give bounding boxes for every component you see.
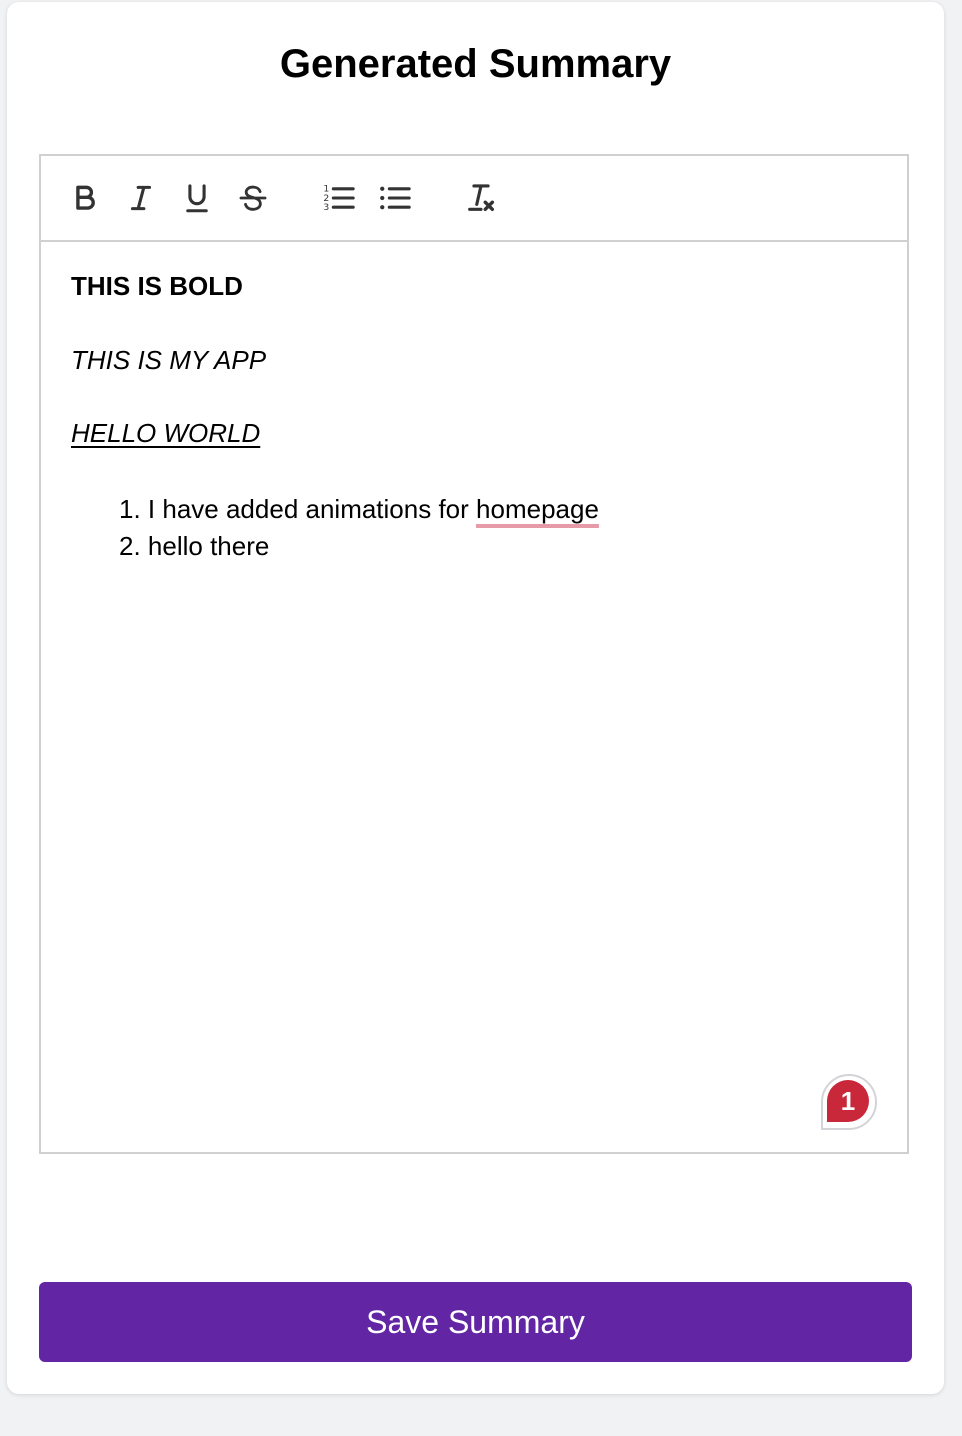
- italic-text-line: THIS IS MY APP: [71, 345, 267, 375]
- clear-format-icon: [468, 184, 495, 212]
- bold-button[interactable]: [67, 180, 103, 216]
- underline-text-line: HELLO WORLD: [71, 418, 261, 448]
- strikethrough-icon: [239, 185, 267, 211]
- ordered-list-icon: 1 2 3: [323, 184, 355, 213]
- list-item-text: hello there: [147, 531, 270, 561]
- list-item-number: 1.: [119, 494, 141, 524]
- list-item-number: 2.: [119, 531, 141, 561]
- italic-button[interactable]: [123, 180, 159, 216]
- save-summary-button[interactable]: Save Summary: [39, 1282, 912, 1362]
- list-item: 2. hello there: [119, 528, 599, 565]
- italic-icon: [130, 185, 152, 211]
- underline-button[interactable]: [179, 180, 215, 216]
- ordered-list-button[interactable]: 1 2 3: [321, 180, 357, 216]
- list-item-text: I have added animations for: [147, 494, 477, 524]
- bullet-list-icon: [380, 186, 411, 210]
- bold-icon: [76, 185, 95, 210]
- underline-icon: [186, 184, 208, 213]
- grammar-checker-badge[interactable]: 1: [821, 1074, 879, 1132]
- strikethrough-button[interactable]: [235, 180, 271, 216]
- clear-format-button[interactable]: [463, 180, 499, 216]
- misspelled-word[interactable]: homepage: [476, 494, 599, 524]
- list-item: 1. I have added animations for homepage: [119, 491, 599, 528]
- rich-text-editor: 1 2 3 THIS IS BOLD THIS IS MY APP HELLO …: [39, 154, 909, 1154]
- editor-toolbar: 1 2 3: [41, 156, 907, 242]
- bullet-list-button[interactable]: [377, 180, 413, 216]
- issue-count-badge: 1: [827, 1080, 869, 1122]
- bold-text-line: THIS IS BOLD: [71, 271, 243, 301]
- svg-text:3: 3: [323, 202, 329, 213]
- page-title: Generated Summary: [279, 42, 672, 86]
- summary-card: Generated Summary 1 2 3 THIS IS BOLD THI…: [7, 2, 944, 1394]
- ordered-list: 1. I have added animations for homepage …: [119, 491, 599, 565]
